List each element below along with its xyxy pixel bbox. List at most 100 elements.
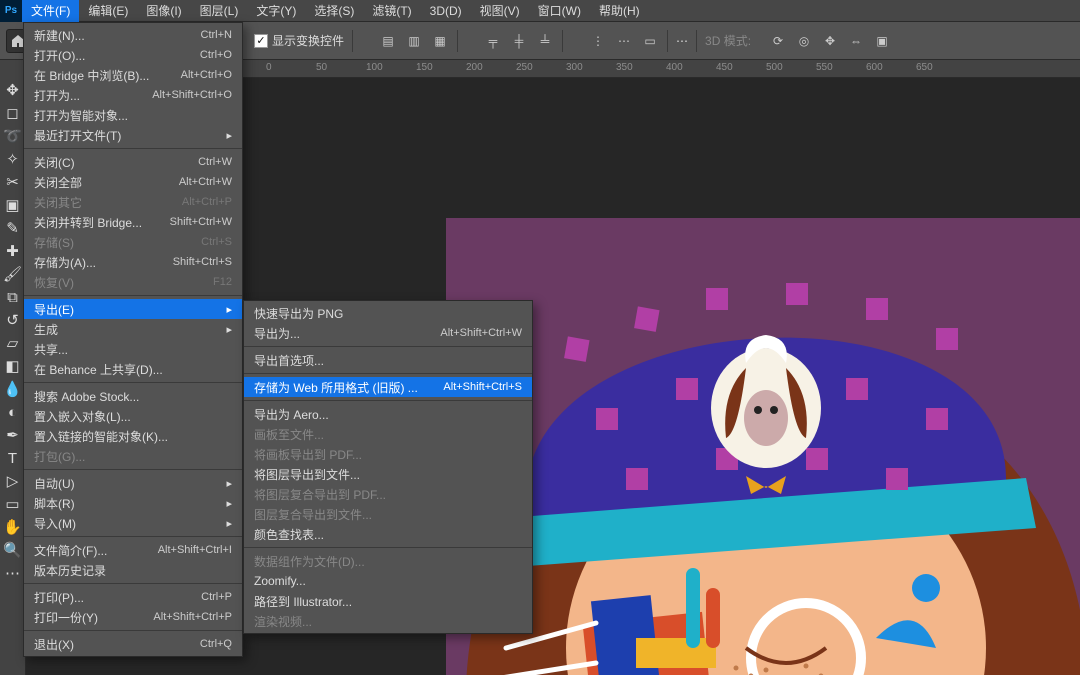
lasso-tool-icon[interactable]: ➰	[1, 125, 25, 147]
export-menu-item[interactable]: 存储为 Web 所用格式 (旧版) ...Alt+Shift+Ctrl+S	[244, 377, 532, 397]
menu-filter[interactable]: 滤镜(T)	[363, 0, 420, 22]
file-menu-item: 恢复(V)F12	[24, 272, 242, 292]
valign-mid-icon[interactable]: ╪	[510, 32, 528, 50]
pen-tool-icon[interactable]: ✒	[1, 424, 25, 446]
export-menu-item[interactable]: 路径到 Illustrator...	[244, 591, 532, 611]
file-menu-item: 存储(S)Ctrl+S	[24, 232, 242, 252]
menu-separator	[244, 346, 532, 347]
menu-select[interactable]: 选择(S)	[305, 0, 363, 22]
file-menu-item-label: 在 Behance 上共享(D)...	[34, 361, 163, 378]
menu-shortcut: Alt+Shift+Ctrl+W	[440, 327, 522, 339]
export-menu-item-label: 导出为 Aero...	[254, 406, 329, 423]
file-menu-item[interactable]: 新建(N)...Ctrl+N	[24, 25, 242, 45]
align-left-icon[interactable]: ▤	[379, 32, 397, 50]
file-menu-item[interactable]: 关闭全部Alt+Ctrl+W	[24, 172, 242, 192]
show-transform-label: 显示变换控件	[272, 32, 344, 49]
ruler-tick: 250	[516, 62, 533, 73]
menu-window[interactable]: 窗口(W)	[529, 0, 590, 22]
show-transform-checkbox[interactable]: ✓	[254, 34, 268, 48]
menu-shortcut: Shift+Ctrl+S	[173, 256, 232, 268]
blur-tool-icon[interactable]: 💧	[1, 378, 25, 400]
type-tool-icon[interactable]: T	[1, 447, 25, 469]
file-menu-item[interactable]: 置入链接的智能对象(K)...	[24, 426, 242, 446]
more-options-icon[interactable]: ⋯	[676, 34, 688, 48]
file-menu-item[interactable]: 脚本(R)	[24, 493, 242, 513]
menu-3d[interactable]: 3D(D)	[421, 0, 471, 22]
menu-view[interactable]: 视图(V)	[471, 0, 529, 22]
frame-tool-icon[interactable]: ▣	[1, 194, 25, 216]
export-menu-item[interactable]: 导出为...Alt+Shift+Ctrl+W	[244, 323, 532, 343]
align-right-icon[interactable]: ▦	[431, 32, 449, 50]
valign-top-icon[interactable]: ╤	[484, 32, 502, 50]
3d-orbit-icon[interactable]: ⟳	[769, 32, 787, 50]
stamp-tool-icon[interactable]: ⧉	[1, 286, 25, 308]
menu-separator	[24, 630, 242, 631]
file-menu-item[interactable]: 文件简介(F)...Alt+Shift+Ctrl+I	[24, 540, 242, 560]
menu-file[interactable]: 文件(F)	[22, 0, 79, 22]
crop-tool-icon[interactable]: ✂	[1, 171, 25, 193]
menu-edit[interactable]: 编辑(E)	[79, 0, 137, 22]
eyedropper-tool-icon[interactable]: ✎	[1, 217, 25, 239]
eraser-tool-icon[interactable]: ▱	[1, 332, 25, 354]
menu-layer[interactable]: 图层(L)	[191, 0, 248, 22]
align-center-icon[interactable]: ▥	[405, 32, 423, 50]
menu-type[interactable]: 文字(Y)	[247, 0, 305, 22]
file-menu-item[interactable]: 导出(E)	[24, 299, 242, 319]
export-menu-item[interactable]: 颜色查找表...	[244, 524, 532, 544]
file-menu-item[interactable]: 最近打开文件(T)	[24, 125, 242, 145]
dodge-tool-icon[interactable]: ◐	[1, 401, 25, 423]
zoom-tool-icon[interactable]: 🔍	[1, 539, 25, 561]
dist-h-icon[interactable]: ⋮	[589, 32, 607, 50]
file-menu-item[interactable]: 关闭(C)Ctrl+W	[24, 152, 242, 172]
file-menu-item[interactable]: 在 Behance 上共享(D)...	[24, 359, 242, 379]
menu-image[interactable]: 图像(I)	[137, 0, 190, 22]
file-menu-item[interactable]: 在 Bridge 中浏览(B)...Alt+Ctrl+O	[24, 65, 242, 85]
file-menu-item[interactable]: 打印(P)...Ctrl+P	[24, 587, 242, 607]
export-menu-item[interactable]: Zoomify...	[244, 571, 532, 591]
file-menu-item[interactable]: 退出(X)Ctrl+Q	[24, 634, 242, 654]
shape-tool-icon[interactable]: ▭	[1, 493, 25, 515]
menu-shortcut: Ctrl+N	[201, 29, 232, 41]
3d-cam-icon[interactable]: ▣	[873, 32, 891, 50]
menu-separator	[244, 400, 532, 401]
file-menu-item[interactable]: 打印一份(Y)Alt+Shift+Ctrl+P	[24, 607, 242, 627]
heal-tool-icon[interactable]: ✚	[1, 240, 25, 262]
file-menu-item[interactable]: 版本历史记录	[24, 560, 242, 580]
file-menu-item[interactable]: 打开为...Alt+Shift+Ctrl+O	[24, 85, 242, 105]
file-menu-item[interactable]: 自动(U)	[24, 473, 242, 493]
export-menu-item[interactable]: 导出首选项...	[244, 350, 532, 370]
3d-slide-icon[interactable]: ⇔	[847, 32, 865, 50]
export-menu-item[interactable]: 导出为 Aero...	[244, 404, 532, 424]
file-menu-item[interactable]: 生成	[24, 319, 242, 339]
ruler-tick: 500	[766, 62, 783, 73]
file-menu-item[interactable]: 搜索 Adobe Stock...	[24, 386, 242, 406]
menu-help[interactable]: 帮助(H)	[590, 0, 649, 22]
3d-pan-icon[interactable]: ✥	[821, 32, 839, 50]
marquee-tool-icon[interactable]: ◻	[1, 102, 25, 124]
move-tool-icon[interactable]: ✥	[1, 79, 25, 101]
wand-tool-icon[interactable]: ✧	[1, 148, 25, 170]
hand-tool-icon[interactable]: ✋	[1, 516, 25, 538]
file-menu-item[interactable]: 共享...	[24, 339, 242, 359]
file-menu-item[interactable]: 导入(M)	[24, 513, 242, 533]
path-tool-icon[interactable]: ▷	[1, 470, 25, 492]
dist-v-icon[interactable]: ⋯	[615, 32, 633, 50]
file-menu-item[interactable]: 置入嵌入对象(L)...	[24, 406, 242, 426]
valign-bot-icon[interactable]: ╧	[536, 32, 554, 50]
3d-roll-icon[interactable]: ◎	[795, 32, 813, 50]
file-menu-item[interactable]: 存储为(A)...Shift+Ctrl+S	[24, 252, 242, 272]
gradient-tool-icon[interactable]: ◧	[1, 355, 25, 377]
dist-gap-icon[interactable]: ▭	[641, 32, 659, 50]
history-brush-icon[interactable]: ↺	[1, 309, 25, 331]
file-menu-item[interactable]: 关闭并转到 Bridge...Shift+Ctrl+W	[24, 212, 242, 232]
file-menu-item-label: 共享...	[34, 341, 68, 358]
file-menu-item[interactable]: 打开为智能对象...	[24, 105, 242, 125]
align-group: ▤ ▥ ▦	[379, 32, 449, 50]
menu-separator	[24, 148, 242, 149]
app-logo: Ps	[0, 0, 22, 22]
export-menu-item[interactable]: 将图层导出到文件...	[244, 464, 532, 484]
file-menu-item[interactable]: 打开(O)...Ctrl+O	[24, 45, 242, 65]
export-menu-item[interactable]: 快速导出为 PNG	[244, 303, 532, 323]
edit-toolbar-icon[interactable]: ⋯	[1, 562, 25, 584]
brush-tool-icon[interactable]: 🖌	[1, 263, 25, 285]
